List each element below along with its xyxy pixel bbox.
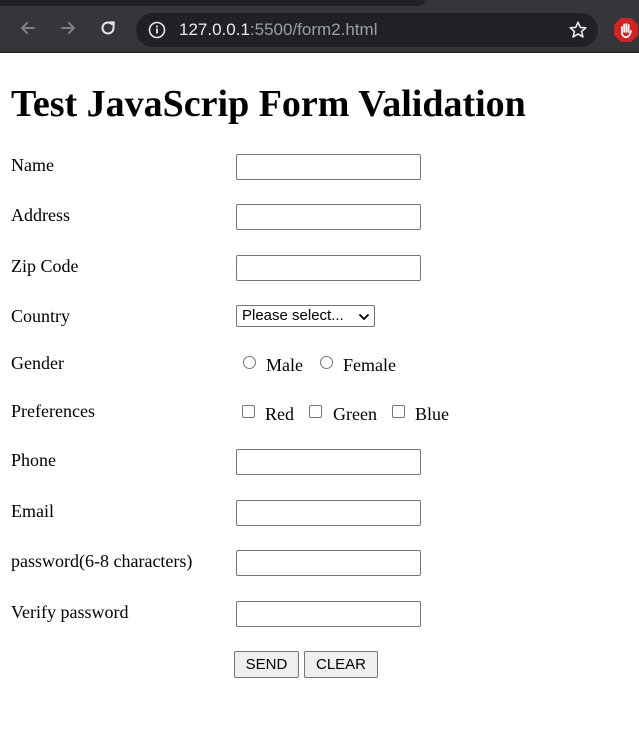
- preferences-label: Preferences: [11, 401, 95, 421]
- phone-input[interactable]: [236, 449, 421, 475]
- gender-label: Gender: [11, 353, 64, 373]
- zip-code-input[interactable]: [236, 255, 421, 281]
- preference-option-red-label: Red: [265, 404, 294, 424]
- preference-option-green-label: Green: [333, 404, 377, 424]
- extension-stop-hand-icon[interactable]: [613, 17, 639, 43]
- url-path: :5500/form2.html: [249, 20, 378, 39]
- back-button[interactable]: [14, 14, 42, 42]
- arrow-right-icon: [61, 22, 75, 34]
- preference-checkbox-green[interactable]: [309, 405, 322, 418]
- country-select[interactable]: Please select...: [236, 305, 375, 327]
- reload-icon: [101, 21, 115, 35]
- gender-radio-female[interactable]: [320, 356, 333, 369]
- phone-label: Phone: [11, 450, 56, 470]
- browser-toolbar: 127.0.0.1:5500/form2.html: [0, 0, 639, 53]
- gender-option-male-label: Male: [266, 355, 303, 375]
- country-select-value: Please select...: [242, 307, 344, 324]
- chevron-down-icon: [359, 314, 369, 320]
- preference-checkbox-red[interactable]: [242, 405, 255, 418]
- info-icon[interactable]: [148, 21, 166, 39]
- address-input[interactable]: [236, 204, 421, 230]
- reload-button[interactable]: [94, 14, 122, 42]
- arrow-left-icon: [21, 22, 35, 34]
- preference-checkbox-blue[interactable]: [392, 405, 405, 418]
- gender-radio-male[interactable]: [243, 356, 256, 369]
- address-bar[interactable]: 127.0.0.1:5500/form2.html: [136, 13, 598, 47]
- address-label: Address: [11, 205, 70, 225]
- email-label: Email: [11, 501, 54, 521]
- name-label: Name: [11, 155, 54, 175]
- url-host: 127.0.0.1: [179, 20, 250, 39]
- send-button[interactable]: SEND: [234, 651, 299, 678]
- email-input[interactable]: [236, 500, 421, 526]
- preference-option-blue-label: Blue: [415, 404, 449, 424]
- password-input[interactable]: [236, 550, 421, 576]
- page-title: Test JavaScrip Form Validation: [11, 83, 526, 125]
- bookmark-star-icon[interactable]: [568, 20, 588, 40]
- verify-password-input[interactable]: [236, 601, 421, 627]
- password-label: password(6-8 characters): [11, 551, 193, 571]
- forward-button[interactable]: [54, 14, 82, 42]
- clear-button[interactable]: CLEAR: [304, 651, 378, 678]
- country-label: Country: [11, 306, 71, 326]
- page-content: Test JavaScrip Form Validation Name Addr…: [0, 53, 639, 748]
- name-input[interactable]: [236, 154, 421, 180]
- gender-option-female-label: Female: [343, 355, 396, 375]
- verify-password-label: Verify password: [11, 602, 129, 622]
- zip-code-label: Zip Code: [11, 256, 79, 276]
- url-text[interactable]: 127.0.0.1:5500/form2.html: [179, 20, 377, 40]
- tab-strip: [0, 0, 425, 6]
